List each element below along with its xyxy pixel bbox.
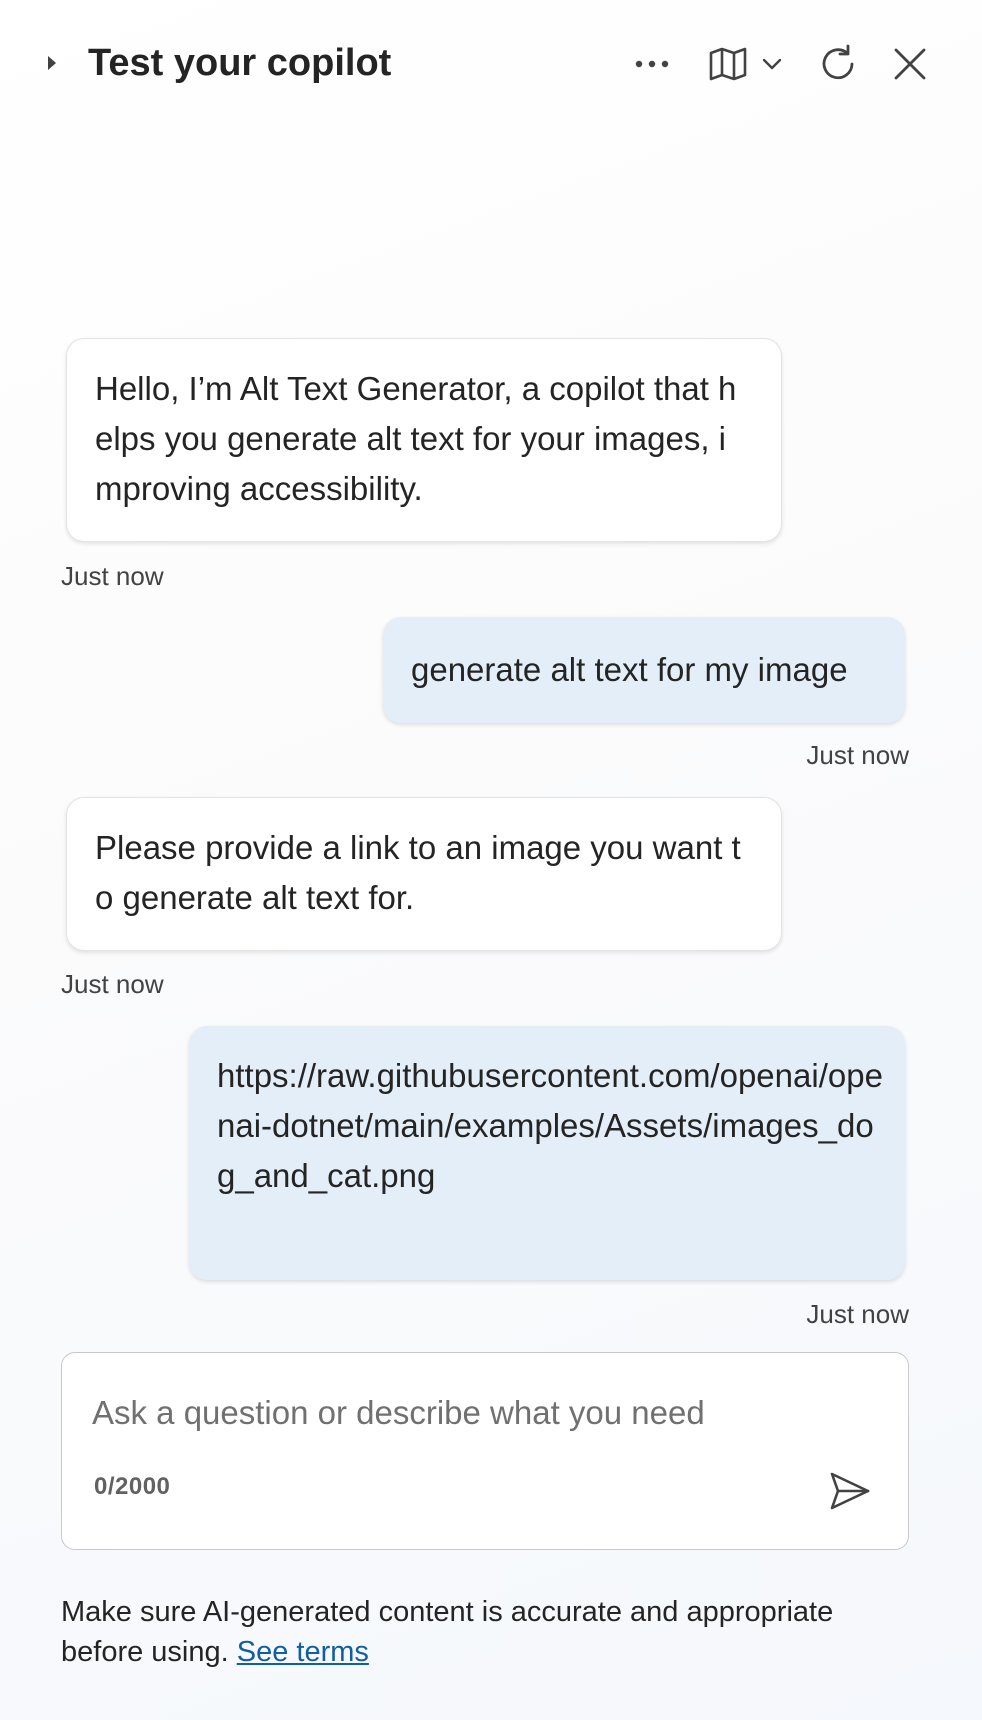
message-timestamp: Just now: [61, 969, 164, 999]
bot-message: Please provide a link to an image you wa…: [66, 797, 782, 951]
message-timestamp: Just now: [806, 740, 909, 770]
refresh-button[interactable]: [812, 38, 864, 90]
send-button[interactable]: [820, 1461, 880, 1521]
panel-title: Test your copilot: [88, 42, 392, 84]
message-timestamp: Just now: [806, 1299, 909, 1329]
disclaimer-text: Make sure AI-generated content is accura…: [61, 1596, 834, 1668]
message-composer: 0/2000: [61, 1352, 909, 1550]
close-icon: [893, 47, 927, 81]
more-options-button[interactable]: [628, 40, 676, 88]
map-icon: [708, 46, 748, 82]
refresh-icon: [818, 44, 858, 84]
chevron-down-icon: [762, 58, 782, 70]
disclaimer: Make sure AI-generated content is accura…: [61, 1592, 921, 1672]
send-icon: [828, 1469, 872, 1513]
character-counter: 0/2000: [94, 1473, 171, 1500]
map-menu-button[interactable]: [700, 40, 790, 88]
close-button[interactable]: [884, 38, 936, 90]
message-input[interactable]: [92, 1383, 852, 1443]
message-timestamp: Just now: [61, 561, 164, 591]
see-terms-link[interactable]: See terms: [237, 1636, 369, 1668]
caret-right-icon[interactable]: [42, 50, 62, 76]
user-message: generate alt text for my image: [383, 617, 905, 723]
bot-message: Hello, I’m Alt Text Generator, a copilot…: [66, 338, 782, 542]
more-horizontal-icon: [634, 59, 670, 69]
panel-header: Test your copilot: [0, 0, 982, 130]
user-message: https://raw.githubusercontent.com/openai…: [189, 1026, 905, 1280]
